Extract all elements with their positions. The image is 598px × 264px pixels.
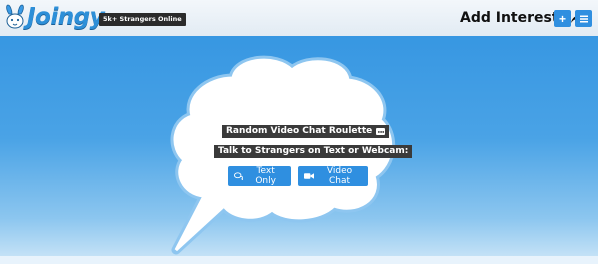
subheadline: Talk to Strangers on Text or Webcam: bbox=[214, 145, 413, 158]
text-only-label: Text Only bbox=[255, 166, 276, 186]
video-camera-icon bbox=[304, 173, 315, 179]
video-chat-button[interactable]: Video Chat bbox=[298, 166, 368, 186]
subheadline-text: Talk to Strangers on Text or Webcam: bbox=[218, 146, 409, 156]
headline-text: Random Video Chat Roulette bbox=[226, 126, 373, 136]
speech-bubble-icon bbox=[376, 127, 386, 140]
text-only-button[interactable]: Text Only bbox=[228, 166, 291, 186]
video-chat-label: Video Chat bbox=[326, 166, 353, 186]
headline: Random Video Chat Roulette bbox=[222, 125, 390, 140]
comments-icon bbox=[234, 172, 244, 180]
